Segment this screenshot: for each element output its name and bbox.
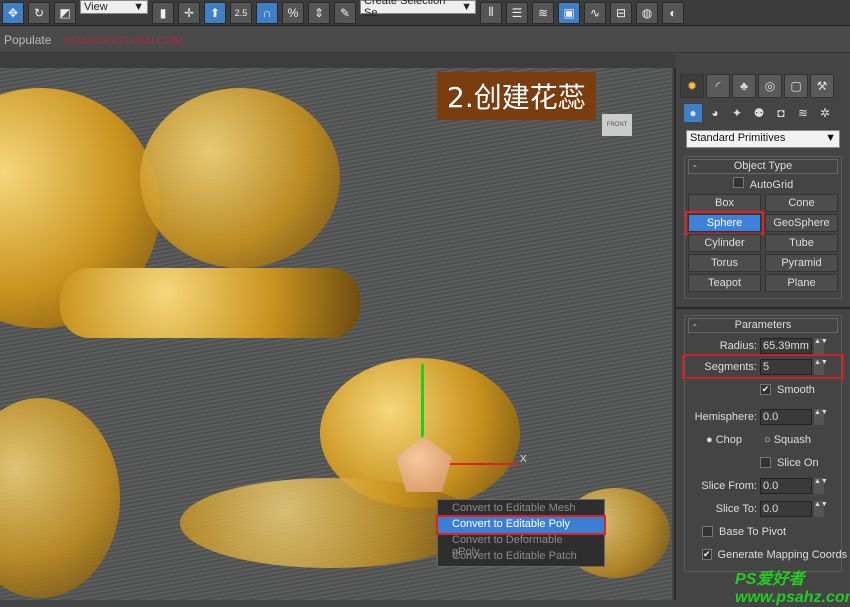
spinner-snap-icon[interactable]: ⇕ [308,1,330,24]
ornament [0,398,120,598]
shapes-icon[interactable]: ◕ [706,104,724,122]
menu-item-convert-mesh[interactable]: Convert to Editable Mesh [438,501,604,517]
slice-on-checkbox[interactable]: Slice On [688,452,838,473]
helpers-icon[interactable]: ◘ [772,104,790,122]
box-button[interactable]: Box [688,194,761,212]
ornament [140,88,340,268]
menu-item-convert-poly[interactable]: Convert to Editable Poly [436,515,606,535]
edit-named-selection-icon[interactable]: ✎ [334,1,356,24]
context-menu: Convert to Editable Mesh Convert to Edit… [436,499,606,567]
slice-from-spinner[interactable]: ▲▼ [814,477,828,494]
command-panel: ✹ ◜ ♣ ◎ ▢ ⚒ ● ◕ ✦ ⚉ ◘ ≋ ✲ Standard Primi… [674,68,850,600]
sphere-button[interactable]: Sphere [685,211,764,235]
spacewarps-icon[interactable]: ≋ [794,104,812,122]
step-title: 2.创建花蕊 [437,72,596,120]
display-tab-icon[interactable]: ▢ [784,74,808,98]
torus-button[interactable]: Torus [688,254,761,272]
selection-set-select[interactable]: Create Selection Se ▼ [360,0,476,19]
segments-input[interactable]: 5 [760,358,812,375]
schematic-view-icon[interactable]: ⊟ [610,1,632,24]
axis-x-label: X [520,454,527,465]
align-icon[interactable]: ☰ [506,1,528,24]
move-icon[interactable]: ✥ [2,1,24,24]
cameras-icon[interactable]: ⚉ [750,104,768,122]
hierarchy-tab-icon[interactable]: ♣ [732,74,756,98]
reference-coord-select[interactable]: View ▼ [80,0,148,14]
viewcube[interactable]: FRONT [602,114,632,136]
curve-editor-icon[interactable]: ∿ [584,1,606,24]
scene-explorer-icon[interactable]: ▣ [558,1,580,24]
cone-button[interactable]: Cone [765,194,838,212]
chop-radio[interactable]: ● Chop [706,434,764,446]
radius-spinner[interactable]: ▲▼ [814,337,828,354]
geosphere-button[interactable]: GeoSphere [765,214,838,232]
ribbon-bar: Populate WWW.MISSYUAN.COM [0,27,850,53]
base-to-pivot-checkbox[interactable]: Base To Pivot [688,521,838,542]
plane-button[interactable]: Plane [765,274,838,292]
main-toolbar: ✥ ↻ ◩ View ▼ ▮ ✛ ⬆ 2.5 ∩ % ⇕ ✎ Create Sel… [0,0,850,26]
populate-tab[interactable]: Populate [4,33,51,47]
ornament [60,268,360,338]
slice-to-spinner[interactable]: ▲▼ [814,500,828,517]
rotate-icon[interactable]: ↻ [28,1,50,24]
cylinder-button[interactable]: Cylinder [688,234,761,252]
manipulate-icon[interactable]: ✛ [178,1,200,24]
hemisphere-input[interactable]: 0.0 [760,408,812,425]
menu-item-convert-patch[interactable]: Convert to Editable Patch [438,549,604,565]
keyboard-shortcut-icon[interactable]: ⬆ [204,1,226,24]
segments-spinner[interactable]: ▲▼ [814,358,828,375]
category-select[interactable]: Standard Primitives ▼ [686,130,840,148]
teapot-button[interactable]: Teapot [688,274,761,292]
pyramid-button[interactable]: Pyramid [765,254,838,272]
systems-icon[interactable]: ✲ [816,104,834,122]
watermark: WWW.MISSYUAN.COM [62,35,183,47]
rollout-header[interactable]: - Object Type [688,159,838,174]
hemisphere-spinner[interactable]: ▲▼ [814,408,828,425]
gen-mapping-checkbox[interactable]: ✔ Generate Mapping Coords [688,544,847,565]
layer-icon[interactable]: ≋ [532,1,554,24]
object-type-rollout: - Object Type AutoGrid Box Cone Sphere Ge… [684,156,842,299]
geometry-icon[interactable]: ● [684,104,702,122]
parameters-rollout: - Parameters Radius: 65.39mm ▲▼ Segments: 5 ▲… [682,315,847,572]
menu-item-convert-gpoly[interactable]: Convert to Deformable gPoly [438,533,604,558]
autogrid-checkbox[interactable]: AutoGrid [688,177,838,191]
slice-to-input[interactable]: 0.0 [760,500,812,517]
render-setup-icon[interactable]: ◐ [662,1,684,24]
gizmo-y-axis[interactable] [421,364,424,440]
scale-icon[interactable]: ◩ [54,1,76,24]
watermark-logo: PS爱好者 www.psahz.com [735,571,850,606]
slice-from-input[interactable]: 0.0 [760,477,812,494]
lights-icon[interactable]: ✦ [728,104,746,122]
squash-radio[interactable]: ○ Squash [764,434,811,446]
percent-snap-icon[interactable]: % [282,1,304,24]
radius-input[interactable]: 65.39mm [760,337,812,354]
snap-toggle-icon[interactable]: 2.5 [230,1,252,24]
motion-tab-icon[interactable]: ◎ [758,74,782,98]
smooth-checkbox[interactable]: ✔ Smooth [688,379,838,400]
angle-snap-icon[interactable]: ∩ [256,1,278,24]
material-editor-icon[interactable]: ◍ [636,1,658,24]
tube-button[interactable]: Tube [765,234,838,252]
utilities-tab-icon[interactable]: ⚒ [810,74,834,98]
viewport-label-strip [0,54,675,68]
mirror-icon[interactable]: ⫴ [480,1,502,24]
modify-tab-icon[interactable]: ◜ [706,74,730,98]
create-tab-icon[interactable]: ✹ [680,74,704,98]
pivot-icon[interactable]: ▮ [152,1,174,24]
rollout-header[interactable]: - Parameters [688,318,838,333]
